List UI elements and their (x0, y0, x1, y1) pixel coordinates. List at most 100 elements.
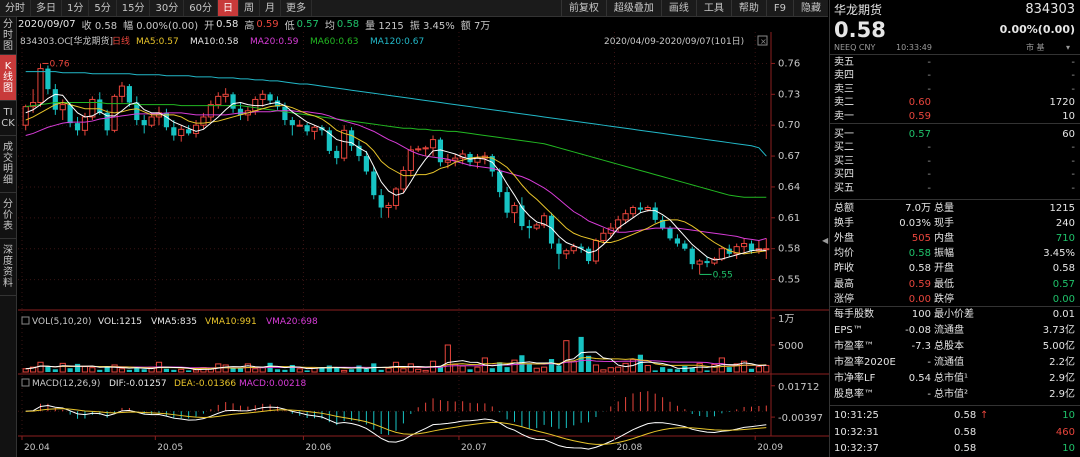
tick-time: 10:32:31 (834, 426, 879, 438)
volume-bar (444, 344, 451, 373)
candle-body (97, 99, 103, 113)
candle-body (682, 243, 688, 249)
stat-value: 0.58 (908, 248, 931, 260)
bid-label: 买一 (834, 129, 854, 140)
legend-date-range: 2020/04/09-2020/09/07(101日) (604, 36, 744, 47)
candle-body (296, 124, 303, 127)
stat-label: 均价 (834, 248, 854, 260)
fund-label: 流通盘 (934, 325, 964, 336)
volume-bar (748, 368, 755, 372)
bid-price: - (927, 142, 931, 154)
price-axis-label: 0.58 (778, 244, 800, 255)
bid-price: - (927, 182, 931, 194)
fund-label: 股息率™ (834, 389, 874, 400)
candle-body (289, 120, 295, 126)
fund-label: 流通值 (934, 357, 964, 368)
volume-bar (274, 369, 281, 372)
stats-row: 最高 0.59 最低 0.57 (830, 278, 1080, 291)
candle-body (704, 261, 710, 264)
fund-label: 总市值² (934, 389, 969, 400)
ask-price: 0.60 (908, 97, 931, 109)
fund-value: 2.9亿 (1049, 373, 1075, 384)
candle-body (334, 150, 340, 159)
volume-bar (570, 361, 577, 373)
stat-label: 开盘 (934, 263, 954, 275)
macd-legend-title: MACD(12,26,9) (32, 379, 100, 389)
volume-bar (59, 362, 66, 373)
legend-code: 834303.OC (20, 37, 71, 47)
volume-bar (511, 359, 518, 373)
price-axis-label: 0.76 (778, 58, 800, 69)
date-axis-label: 20.05 (157, 443, 183, 453)
stat-label: 最低 (934, 278, 954, 290)
tick-price: 0.58 (954, 443, 977, 454)
volume-bar (622, 362, 629, 373)
stat-value: 240 (1055, 218, 1075, 230)
volume-bar (45, 366, 51, 372)
candle-body (118, 85, 126, 97)
candle-body (171, 127, 177, 136)
candle-body (519, 205, 525, 227)
candle-body (563, 250, 570, 255)
stats-row: 均价 0.58 振幅 3.45% (830, 247, 1080, 260)
candles-layer (22, 63, 770, 275)
fund-value: - (927, 357, 931, 368)
volume-bar (81, 366, 89, 373)
kline-chart[interactable]: 0.76 0.73 0.70 0.67 0.64 0.61 0.58 0.55 20.04 20.… (0, 0, 829, 457)
stat-label: 内盘 (934, 233, 954, 245)
volume-bar (682, 366, 688, 372)
panel-collapse-icon[interactable]: ◀ (822, 236, 828, 245)
fund-value: - (927, 389, 931, 400)
legend-ma10: MA10:0.58 (190, 37, 239, 47)
candle-body (385, 204, 392, 209)
tick-volume: 10 (1062, 410, 1075, 421)
bid-label: 买三 (834, 155, 854, 167)
bid-volume: 60 (1062, 129, 1075, 140)
volume-bar (163, 368, 170, 372)
stat-value: 0.58 (908, 263, 931, 275)
legend-ma20: MA20:0.59 (250, 37, 299, 47)
candle-body (186, 129, 192, 134)
date-axis-label: 20.09 (757, 443, 783, 453)
candle-body (267, 94, 273, 101)
dropdown-icon[interactable]: ▾ (1066, 42, 1070, 53)
volume-bar (563, 340, 570, 373)
volume-bar (118, 368, 126, 373)
ma10-line (25, 102, 767, 255)
candle-body (178, 128, 185, 136)
candle-body (740, 243, 748, 248)
volume-bar (489, 368, 495, 372)
stat-label: 外盘 (834, 233, 854, 245)
vol-legend-box (21, 316, 30, 325)
stats-row: 涨停 0.00 跌停 0.00 (830, 293, 1080, 306)
volume-bar (52, 369, 58, 372)
volume-bar (89, 367, 96, 373)
bid-label: 买五 (834, 182, 854, 194)
macd-axis-label: -0.00397 (778, 413, 823, 424)
stats-row: 总额 7.0万 总量 1215 (830, 202, 1080, 215)
candle-body (674, 238, 681, 244)
candle-body (215, 95, 222, 106)
stat-label: 涨停 (834, 293, 854, 305)
tick-volume: 460 (1055, 426, 1075, 438)
fund-label: 总股本 (934, 341, 964, 352)
stat-label: 跌停 (934, 293, 954, 305)
bid-volume: - (1071, 142, 1075, 154)
candle-body (689, 248, 695, 265)
volume-bar (296, 368, 303, 373)
ask-volume: - (1071, 83, 1075, 95)
ask-volume: - (1071, 70, 1075, 82)
vol-legend-vma10: VMA10:991 (205, 317, 257, 327)
candle-body (763, 248, 770, 251)
volume-bar (67, 368, 73, 372)
fund-label: 市盈率™ (834, 341, 874, 352)
fund-value: -7.3 (911, 341, 931, 352)
candle-body (141, 120, 147, 126)
stats-row: 昨收 0.58 开盘 0.58 (830, 262, 1080, 275)
stat-value: 505 (911, 233, 931, 245)
date-axis-label: 20.08 (616, 443, 642, 453)
fund-value: -0.08 (905, 325, 931, 336)
stat-value: 1215 (1049, 203, 1075, 214)
fund-value: 0.01 (1052, 309, 1075, 320)
quote-time: 10:33:49 (896, 43, 932, 52)
